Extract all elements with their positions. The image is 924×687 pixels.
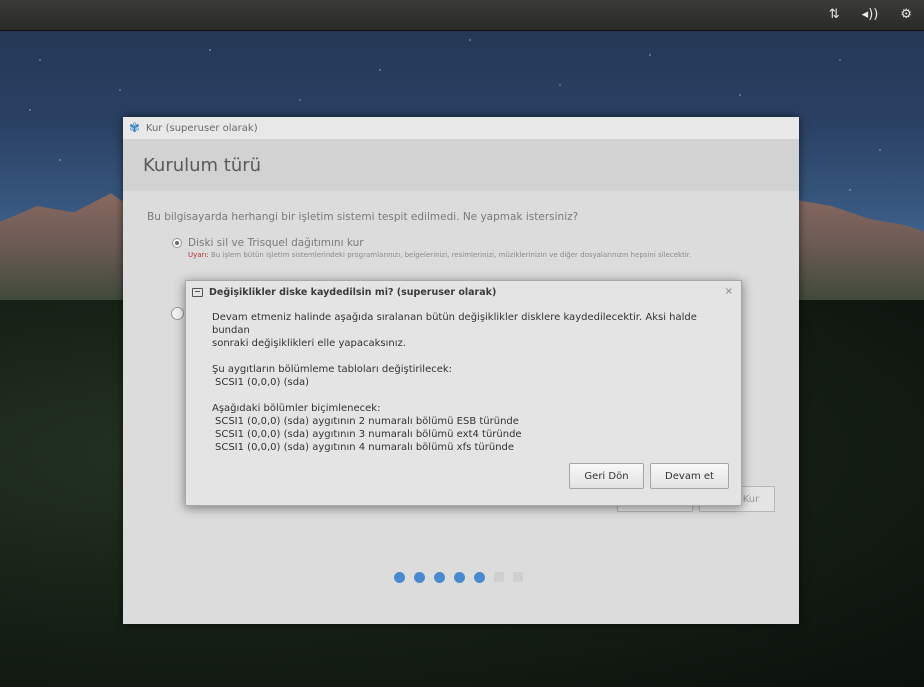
installer-body: Bu bilgisayarda herhangi bir işletim sis… <box>123 191 799 279</box>
dialog-body: Devam etmeniz halinde aşağıda sıralanan … <box>186 303 741 454</box>
network-updown-icon[interactable]: ⇅ <box>829 0 840 30</box>
option-other-radio[interactable] <box>171 307 184 320</box>
erase-warning: Uyarı: Bu işlem bütün işletim sistemleri… <box>188 251 775 259</box>
top-panel: ⇅ ◂)) ⚙ <box>0 0 924 31</box>
formatted-partition-item: SCSI1 (0,0,0) (sda) aygıtının 3 numaralı… <box>215 429 522 440</box>
system-tray: ⇅ ◂)) ⚙ <box>829 0 912 30</box>
progress-dot <box>394 572 405 583</box>
dialog-buttons: Geri Dön Devam et <box>569 463 729 489</box>
page-title: Kurulum türü <box>123 139 799 191</box>
back-button[interactable]: Geri Dön <box>569 463 644 489</box>
partition-table-item: SCSI1 (0,0,0) (sda) <box>215 377 310 388</box>
formatted-partition-item: SCSI1 (0,0,0) (sda) aygıtının 4 numaralı… <box>215 442 515 453</box>
dialog-intro-line2: sonraki değişiklikleri elle yapacaksınız… <box>212 338 406 349</box>
installer-titlebar[interactable]: ✾ Kur (superuser olarak) <box>123 117 799 139</box>
drive-icon <box>192 287 203 297</box>
progress-dots <box>394 572 523 583</box>
progress-dot <box>434 572 445 583</box>
dialog-title: Değişiklikler diske kaydedilsin mi? (sup… <box>209 286 497 298</box>
warning-text: Bu işlem bütün işletim sistemlerindeki p… <box>210 251 692 259</box>
progress-dot <box>454 572 465 583</box>
continue-button[interactable]: Devam et <box>650 463 729 489</box>
installer-app-icon: ✾ <box>129 120 140 136</box>
dialog-titlebar[interactable]: Değişiklikler diske kaydedilsin mi? (sup… <box>186 281 741 303</box>
formatted-heading: Aşağıdaki bölümler biçimlenecek: <box>212 403 381 414</box>
close-icon[interactable]: × <box>725 286 733 297</box>
install-button-label: Kur <box>742 493 760 505</box>
confirm-write-dialog: Değişiklikler diske kaydedilsin mi? (sup… <box>185 280 742 506</box>
progress-dot <box>513 572 523 582</box>
progress-dot <box>414 572 425 583</box>
option-erase-disk[interactable]: Diski sil ve Trisquel dağıtımını kur <box>172 237 775 249</box>
gear-icon[interactable]: ⚙ <box>900 0 912 30</box>
formatted-partition-item: SCSI1 (0,0,0) (sda) aygıtının 2 numaralı… <box>215 416 519 427</box>
install-question: Bu bilgisayarda herhangi bir işletim sis… <box>147 211 579 223</box>
progress-dot <box>474 572 485 583</box>
installer-title: Kur (superuser olarak) <box>145 122 258 134</box>
erase-disk-radio[interactable] <box>172 238 182 248</box>
erase-disk-label: Diski sil ve Trisquel dağıtımını kur <box>188 237 364 249</box>
progress-dot <box>494 572 504 582</box>
partition-tables-heading: Şu aygıtların bölümleme tabloları değişt… <box>212 364 453 375</box>
volume-icon[interactable]: ◂)) <box>862 0 879 30</box>
dialog-intro-line1: Devam etmeniz halinde aşağıda sıralanan … <box>212 312 697 336</box>
warning-label: Uyarı: <box>188 251 209 259</box>
